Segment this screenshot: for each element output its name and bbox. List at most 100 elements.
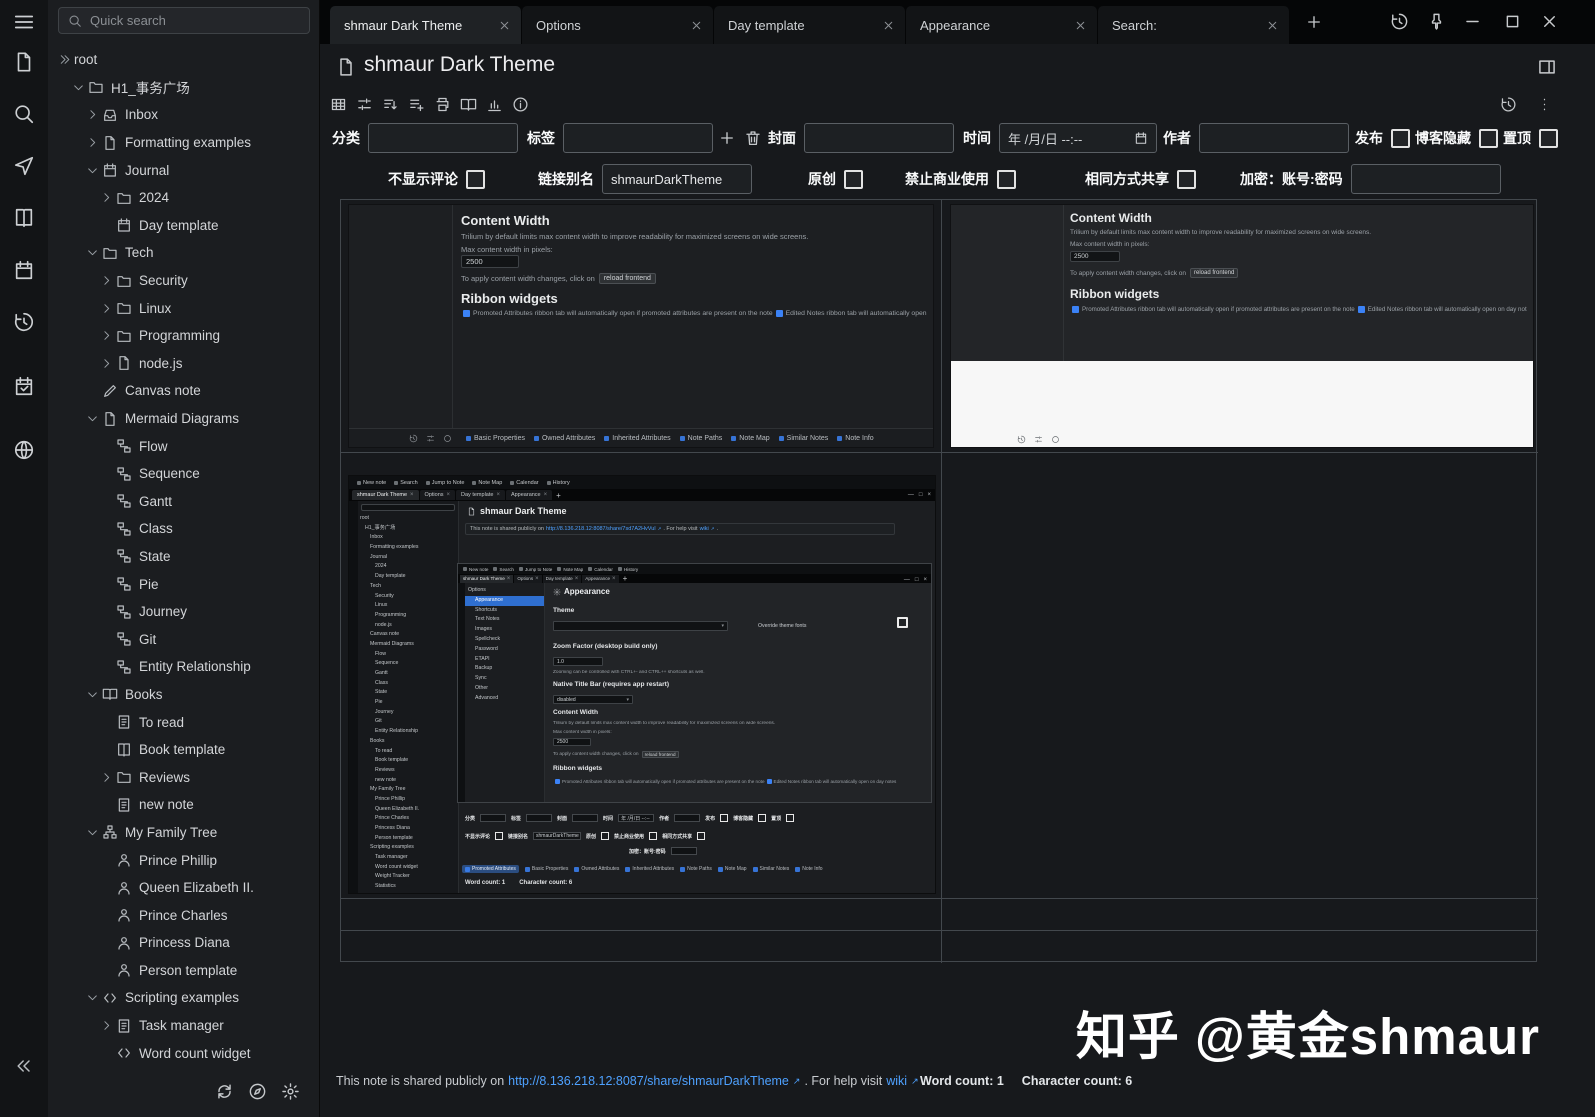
share-alike-checkbox[interactable]: [1177, 169, 1196, 189]
close-window-icon[interactable]: [1540, 12, 1559, 31]
send-icon[interactable]: [13, 155, 35, 177]
tree-item-flow[interactable]: Flow: [48, 432, 319, 460]
right-panel-toggle-icon[interactable]: [1537, 57, 1557, 77]
minimize-icon[interactable]: [1463, 12, 1482, 31]
tree-item-class[interactable]: Class: [48, 515, 319, 543]
sort-list-icon[interactable]: [382, 96, 399, 113]
tree-item-book-template[interactable]: Book template: [48, 736, 319, 764]
tree-item-security[interactable]: Security: [48, 267, 319, 295]
tree-item-journal[interactable]: Journal: [48, 156, 319, 184]
tree-item-my-family-tree[interactable]: My Family Tree: [48, 819, 319, 847]
link-alias-input[interactable]: shmaurDarkTheme: [602, 164, 752, 194]
tab-close-icon[interactable]: [882, 19, 895, 32]
chevron-right-icon[interactable]: [100, 1019, 113, 1032]
tree-item-linux[interactable]: Linux: [48, 294, 319, 322]
embedded-image-settings-light[interactable]: Content Width Trilium by default limits …: [950, 204, 1534, 448]
tree-item-reviews[interactable]: Reviews: [48, 763, 319, 791]
tree-item-scripting-examples[interactable]: Scripting examples: [48, 984, 319, 1012]
history-icon[interactable]: [13, 311, 35, 333]
chevron-down-icon[interactable]: [86, 991, 99, 1004]
chevron-right-icon[interactable]: [100, 329, 113, 342]
list-plus-icon[interactable]: [408, 96, 425, 113]
chevron-down-icon[interactable]: [86, 412, 99, 425]
book-icon[interactable]: [13, 207, 35, 229]
tree-item-task-manager[interactable]: Task manager: [48, 1012, 319, 1040]
encrypt-input[interactable]: [1350, 164, 1501, 194]
tree-item-mermaid-diagrams[interactable]: Mermaid Diagrams: [48, 405, 319, 433]
tab-close-icon[interactable]: [498, 19, 511, 32]
embedded-image-app-screenshot[interactable]: New note Search Jump to Note Note Map Calend…: [348, 475, 936, 894]
info-icon[interactable]: [512, 96, 529, 113]
pinned-checkbox[interactable]: [1539, 128, 1558, 148]
tree-item-node-js[interactable]: node.js: [48, 350, 319, 378]
chevron-right-icon[interactable]: [100, 771, 113, 784]
file-icon[interactable]: [13, 51, 35, 73]
chevron-down-icon[interactable]: [86, 164, 99, 177]
search-icon[interactable]: [13, 103, 35, 125]
chevrons-right-icon[interactable]: [58, 53, 71, 66]
tree-item-princess-diana[interactable]: Princess Diana: [48, 929, 319, 957]
dots-v-icon[interactable]: [1536, 96, 1553, 113]
tree-item-journey[interactable]: Journey: [48, 598, 319, 626]
tree-item-books[interactable]: Books: [48, 681, 319, 709]
table-cell[interactable]: [941, 930, 1538, 963]
embedded-image-settings-dark[interactable]: Content Width Trilium by default limits …: [348, 204, 934, 448]
book-open-icon[interactable]: [460, 96, 477, 113]
tree-item-tech[interactable]: Tech: [48, 239, 319, 267]
tab-options[interactable]: Options: [522, 6, 713, 44]
add-attribute-icon[interactable]: [718, 129, 736, 147]
blog-hidden-checkbox[interactable]: [1479, 128, 1498, 148]
publish-checkbox[interactable]: [1391, 128, 1410, 148]
tab-close-icon[interactable]: [1266, 19, 1279, 32]
tree-item-person-template[interactable]: Person template: [48, 957, 319, 985]
tab-close-icon[interactable]: [1074, 19, 1087, 32]
chevron-down-icon[interactable]: [86, 826, 99, 839]
chevron-down-icon[interactable]: [72, 81, 85, 94]
note-title[interactable]: shmaur Dark Theme: [364, 53, 555, 77]
calendar-check-icon[interactable]: [13, 375, 35, 397]
table-cell[interactable]: New note Search Jump to Note Note Map Calend…: [341, 452, 941, 898]
calendar-icon[interactable]: [13, 259, 35, 281]
tree-item-new-note[interactable]: new note: [48, 791, 319, 819]
history-icon[interactable]: [1390, 12, 1409, 31]
tree-item-to-read[interactable]: To read: [48, 708, 319, 736]
pin-window-icon[interactable]: [1427, 12, 1446, 31]
tree-item-entity-relationship[interactable]: Entity Relationship: [48, 653, 319, 681]
maximize-icon[interactable]: [1503, 12, 1522, 31]
tree-item-prince-charles[interactable]: Prince Charles: [48, 901, 319, 929]
tree-item-2024[interactable]: 2024: [48, 184, 319, 212]
wiki-link[interactable]: wiki: [886, 1074, 907, 1088]
tree-item-prince-phillip[interactable]: Prince Phillip: [48, 846, 319, 874]
history-icon[interactable]: [1500, 96, 1517, 113]
tree-item-programming[interactable]: Programming: [48, 322, 319, 350]
tree-item-gantt[interactable]: Gantt: [48, 488, 319, 516]
tree-item-queen-elizabeth-ii[interactable]: Queen Elizabeth II.: [48, 874, 319, 902]
compass-icon[interactable]: [248, 1082, 267, 1101]
tree-item-h1-事务广场[interactable]: H1_事务广场: [48, 74, 319, 102]
original-checkbox[interactable]: [844, 169, 863, 189]
collapse-sidebar-icon[interactable]: [14, 1056, 34, 1076]
gear-icon[interactable]: [281, 1082, 300, 1101]
tab-shmaur-dark-theme[interactable]: shmaur Dark Theme: [330, 6, 521, 44]
category-input[interactable]: [368, 123, 518, 153]
chevron-right-icon[interactable]: [100, 274, 113, 287]
table-cell[interactable]: [341, 898, 941, 930]
table-cell[interactable]: Content Width Trilium by default limits …: [341, 200, 941, 452]
tags-input[interactable]: [563, 123, 713, 153]
new-tab-icon[interactable]: [1305, 13, 1323, 31]
tree-item-root[interactable]: root: [48, 46, 319, 74]
tab-search[interactable]: Search:: [1098, 6, 1289, 44]
quick-search-input[interactable]: Quick search: [58, 7, 310, 34]
delete-attribute-icon[interactable]: [744, 129, 762, 147]
tree-item-word-count-widget[interactable]: Word count widget: [48, 1039, 319, 1067]
table-cell[interactable]: [941, 452, 1538, 898]
globe-icon[interactable]: [13, 439, 35, 461]
table-cell[interactable]: [941, 898, 1538, 930]
tree-item-state[interactable]: State: [48, 543, 319, 571]
table-icon[interactable]: [330, 96, 347, 113]
printer-icon[interactable]: [434, 96, 451, 113]
table-cell[interactable]: [341, 930, 941, 963]
share-link[interactable]: http://8.136.218.12:8087/share/shmaurDar…: [508, 1074, 789, 1088]
chevron-right-icon[interactable]: [86, 108, 99, 121]
time-input[interactable]: 年 /月/日 --:--: [999, 123, 1157, 153]
